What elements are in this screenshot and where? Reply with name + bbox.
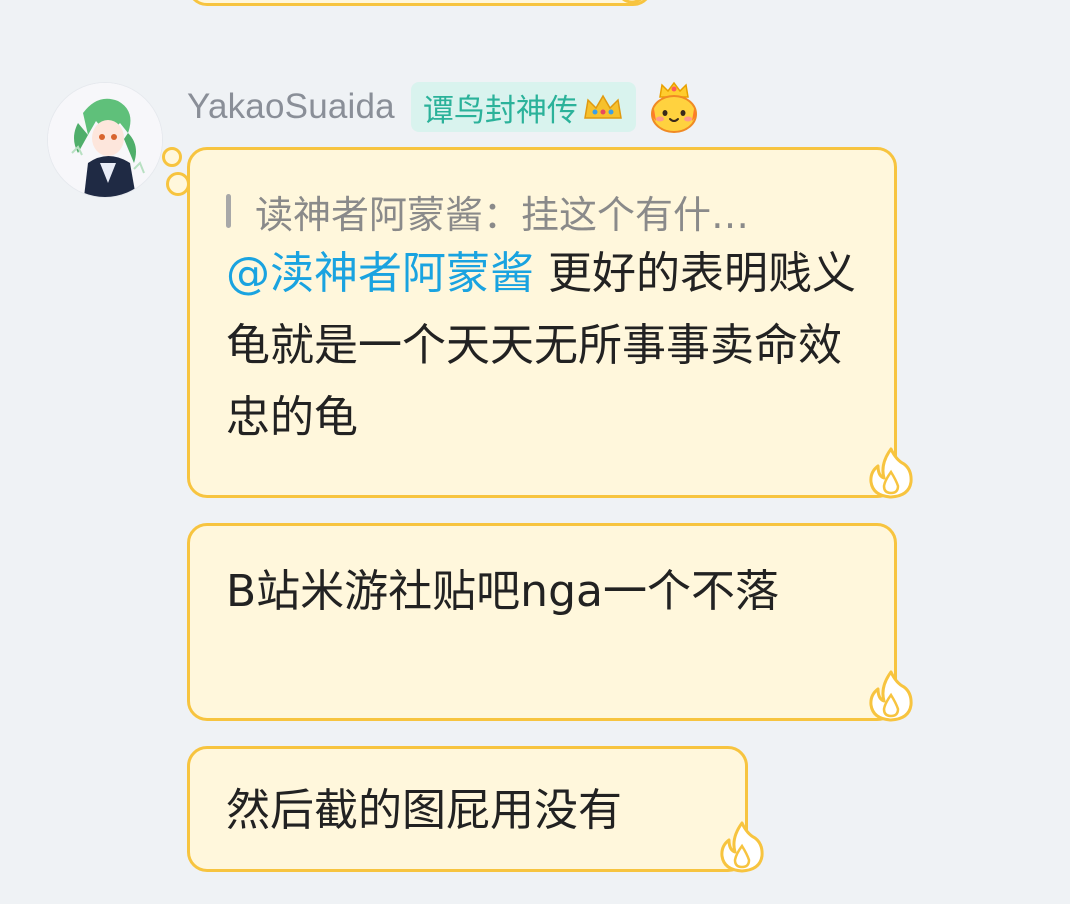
crown-icon bbox=[583, 94, 622, 119]
username[interactable]: YakaoSuaida bbox=[187, 87, 395, 127]
title-badge-label: 谭鸟封神传 bbox=[422, 92, 578, 129]
title-badge[interactable]: 谭鸟封神传 bbox=[410, 82, 636, 132]
previous-message-bubble bbox=[187, 0, 653, 6]
quoted-text: 读神者阿蒙酱：挂这个有什… bbox=[255, 192, 750, 237]
bubble-tail-dot bbox=[162, 147, 182, 167]
avatar[interactable] bbox=[48, 83, 162, 197]
message-bubble[interactable]: B站米游社贴吧nga一个不落 bbox=[187, 523, 897, 721]
fire-icon bbox=[869, 447, 913, 499]
mention-link[interactable]: @渎神者阿蒙酱 bbox=[226, 248, 534, 299]
king-emoji-icon bbox=[650, 81, 697, 133]
message-header: YakaoSuaida 谭鸟封神传 bbox=[187, 78, 702, 136]
message-bubble[interactable]: 读神者阿蒙酱：挂这个有什… @渎神者阿蒙酱 更好的表明贱义龟就是一个天天无所事事… bbox=[187, 147, 897, 498]
message-text: B站米游社贴吧nga一个不落 bbox=[226, 566, 779, 617]
quoted-reply[interactable]: 读神者阿蒙酱：挂这个有什… bbox=[190, 176, 894, 246]
message-text: @渎神者阿蒙酱 更好的表明贱义龟就是一个天天无所事事卖命效忠的龟 bbox=[190, 238, 894, 454]
message-text: 然后截的图屁用没有 bbox=[226, 785, 622, 836]
fire-icon bbox=[720, 821, 764, 873]
fire-icon bbox=[869, 670, 913, 722]
message-bubble[interactable]: 然后截的图屁用没有 bbox=[187, 746, 748, 872]
fire-icon bbox=[622, 0, 642, 4]
quote-bar bbox=[226, 194, 231, 228]
